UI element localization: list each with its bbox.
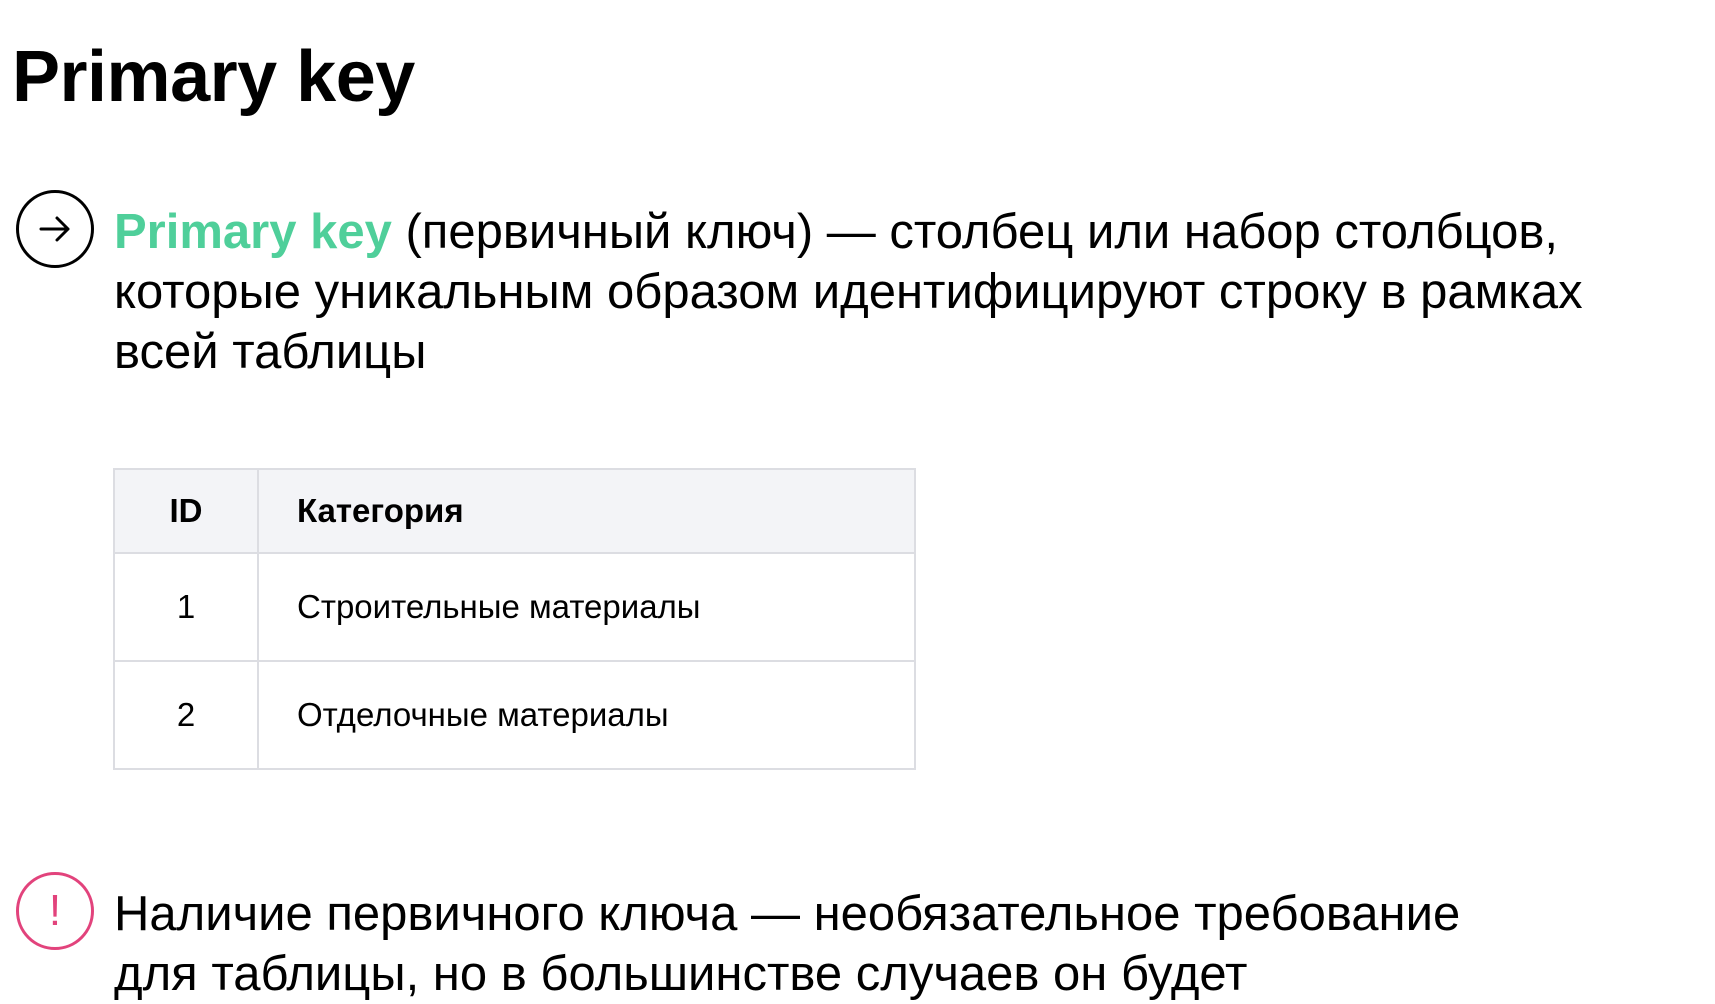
column-header-category: Категория — [257, 468, 916, 554]
arrow-right-icon — [16, 190, 94, 268]
table-header-row: ID Категория — [113, 468, 916, 554]
definition-line-1-rest: (первичный ключ) — столбец или набор сто… — [391, 205, 1559, 259]
note-line-1: Наличие первичного ключа — необязательно… — [114, 887, 1461, 941]
definition-line-1: Primary key (первичный ключ) — столбец и… — [114, 202, 1583, 262]
table-cell-category: Строительные материалы — [257, 552, 916, 662]
page-title: Primary key — [12, 37, 415, 117]
table-cell-id: 1 — [113, 552, 259, 662]
arrow-right-icon-glyph — [39, 216, 70, 242]
table-cell-category: Отделочные материалы — [257, 660, 916, 770]
definition-paragraph: Primary key (первичный ключ) — столбец и… — [114, 202, 1583, 382]
column-header-id: ID — [113, 468, 259, 554]
table-row: 1 Строительные материалы — [113, 552, 916, 662]
categories-table: ID Категория 1 Строительные материалы 2 … — [113, 468, 916, 770]
exclamation-icon: ! — [16, 872, 94, 950]
note-paragraph: Наличие первичного ключа — необязательно… — [114, 884, 1460, 1004]
note-line-2: для таблицы, но в большинстве случаев он… — [114, 947, 1248, 1001]
definition-term: Primary key — [114, 205, 392, 259]
definition-line-3: всей таблицы — [114, 325, 427, 379]
table-row: 2 Отделочные материалы — [113, 660, 916, 770]
table-cell-id: 2 — [113, 660, 259, 770]
definition-line-2: которые уникальным образом идентифицирую… — [114, 265, 1583, 319]
exclamation-glyph: ! — [48, 886, 62, 935]
